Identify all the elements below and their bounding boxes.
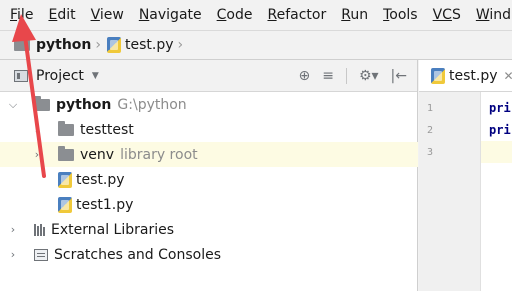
tree-item-label: test.py	[76, 171, 125, 188]
code-line[interactable]: pri	[489, 101, 511, 115]
python-file-icon	[58, 171, 72, 188]
breadcrumb-file-label: test.py	[125, 37, 174, 53]
python-file-icon	[58, 196, 72, 213]
locate-target-icon[interactable]: ⊕	[299, 68, 311, 84]
current-line-highlight	[481, 141, 512, 163]
folder-icon	[58, 120, 74, 136]
tree-row-test1-py[interactable]: test1.py	[0, 192, 418, 217]
breadcrumb: python › test.py ›	[0, 30, 512, 60]
close-icon[interactable]: ✕	[504, 69, 512, 83]
menu-vcs[interactable]: VCS	[422, 0, 465, 30]
folder-icon	[58, 145, 74, 161]
menu-file[interactable]: File	[0, 0, 37, 30]
line-number-gutter: 1 2 3	[419, 92, 481, 291]
breadcrumb-project[interactable]: python ›	[0, 31, 107, 59]
menu-refactor[interactable]: Refactor	[256, 0, 330, 30]
editor-tab-bar: test.py ✕	[419, 60, 512, 92]
tree-row-root[interactable]: ⌵ python G:\python	[0, 92, 418, 117]
menu-edit[interactable]: Edit	[37, 0, 79, 30]
python-file-icon	[431, 67, 445, 84]
menu-run[interactable]: Run	[330, 0, 372, 30]
menu-navigate[interactable]: Navigate	[128, 0, 206, 30]
chevron-right-icon[interactable]: ›	[8, 223, 18, 236]
tree-row-external-libraries[interactable]: › External Libraries	[0, 217, 418, 242]
menu-tools[interactable]: Tools	[372, 0, 422, 30]
project-icon	[14, 69, 28, 82]
menu-bar: File Edit View Navigate Code Refactor Ru…	[0, 0, 512, 30]
library-root-hint: library root	[120, 146, 198, 163]
root-folder-path: G:\python	[117, 96, 187, 113]
project-panel-toolbar: ⊕ ≡ ⚙▾ |←	[299, 60, 407, 92]
python-file-icon	[107, 37, 122, 53]
chevron-right-icon[interactable]: ›	[32, 148, 42, 161]
hide-panel-icon[interactable]: |←	[391, 68, 407, 84]
code-line[interactable]: pri	[489, 123, 511, 137]
tree-row-test-py[interactable]: test.py	[0, 167, 418, 192]
folder-icon	[34, 95, 50, 111]
collapse-all-icon[interactable]: ≡	[322, 68, 334, 84]
tree-item-label: testtest	[80, 121, 134, 138]
gear-icon[interactable]: ⚙▾	[359, 68, 379, 84]
project-panel-title[interactable]: Project	[36, 68, 84, 84]
dropdown-arrow-icon[interactable]: ▼	[92, 71, 99, 81]
library-icon	[34, 223, 45, 236]
tree-row-scratches[interactable]: › Scratches and Consoles	[0, 242, 418, 267]
tab-label: test.py	[449, 67, 498, 84]
tree-row-testtest[interactable]: › testtest	[0, 117, 418, 142]
toolbar-divider	[345, 68, 347, 84]
line-number: 1	[427, 103, 434, 114]
tab-test-py[interactable]: test.py ✕	[419, 60, 512, 91]
folder-icon	[14, 36, 30, 51]
breadcrumb-file[interactable]: test.py ›	[107, 31, 189, 59]
chevron-down-icon[interactable]: ⌵	[8, 98, 18, 112]
menu-window[interactable]: Wind	[465, 0, 512, 30]
chevron-right-icon[interactable]: ›	[32, 123, 42, 136]
chevron-right-icon: ›	[177, 37, 184, 53]
code-editor[interactable]: 1 2 3 pri pri	[419, 92, 512, 291]
tree-item-label: test1.py	[76, 196, 134, 213]
line-number: 3	[427, 147, 434, 158]
chevron-right-icon[interactable]: ›	[8, 248, 18, 261]
breadcrumb-project-label: python	[36, 37, 92, 53]
tree-item-label: venv	[80, 146, 115, 163]
scratches-icon	[34, 248, 48, 261]
chevron-right-icon: ›	[95, 37, 102, 53]
project-panel-header: Project ▼ ⊕ ≡ ⚙▾ |←	[0, 60, 417, 92]
tree-row-venv[interactable]: › venv library root	[0, 142, 418, 167]
menu-code[interactable]: Code	[206, 0, 257, 30]
root-folder-label: python	[56, 96, 112, 113]
external-libraries-label: External Libraries	[51, 221, 174, 238]
line-number: 2	[427, 125, 434, 136]
menu-view[interactable]: View	[80, 0, 128, 30]
project-tool-window: Project ▼ ⊕ ≡ ⚙▾ |← ⌵ python G:\python ›…	[0, 60, 418, 291]
scratches-label: Scratches and Consoles	[54, 246, 221, 263]
